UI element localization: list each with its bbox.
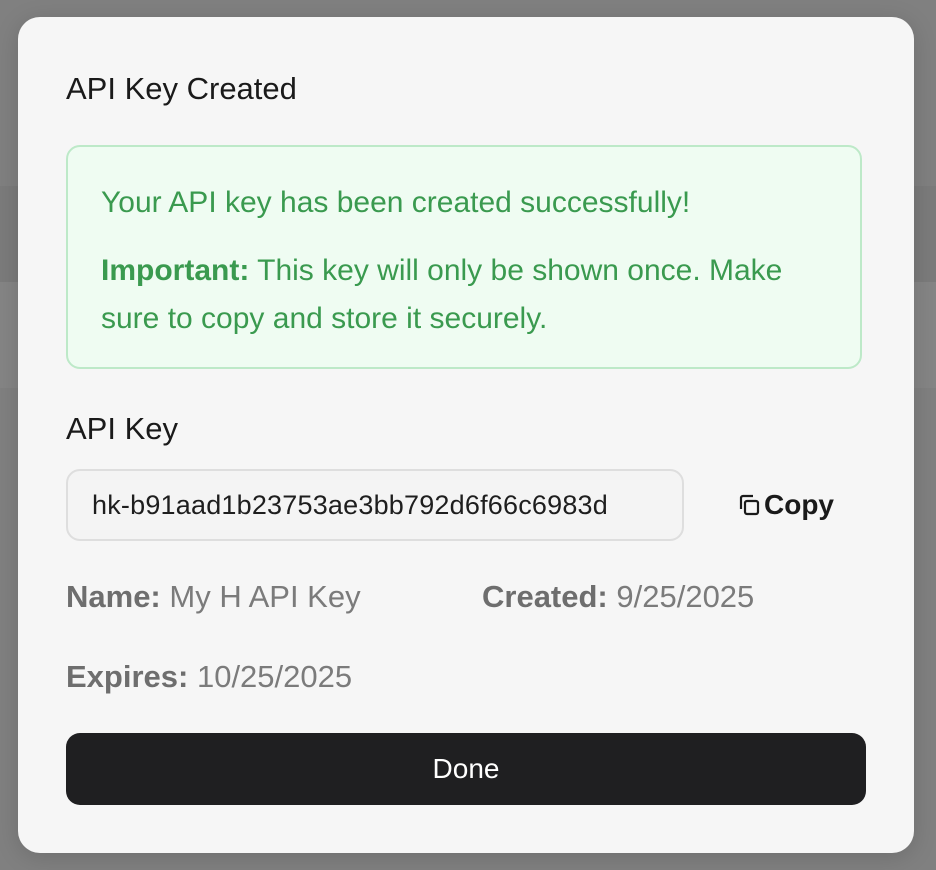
dialog-title: API Key Created <box>66 71 297 106</box>
created-value: 9/25/2025 <box>607 579 755 614</box>
expires-label: Expires: <box>66 659 189 694</box>
copy-icon <box>736 492 762 518</box>
done-button[interactable]: Done <box>66 733 866 805</box>
important-notice: Important: This key will only be shown o… <box>101 247 831 343</box>
api-key-field[interactable] <box>66 469 684 541</box>
created-label: Created: <box>482 579 608 614</box>
key-name: Name: My H API Key <box>66 579 361 615</box>
key-expires-date: Expires: 10/25/2025 <box>66 659 352 695</box>
important-label: Important: <box>101 254 250 287</box>
key-created-date: Created: 9/25/2025 <box>482 579 754 615</box>
api-key-created-dialog: API Key Created Your API key has been cr… <box>18 17 914 853</box>
name-label: Name: <box>66 579 161 614</box>
copy-label: Copy <box>764 489 834 520</box>
expires-value: 10/25/2025 <box>188 659 353 694</box>
name-value: My H API Key <box>160 579 361 614</box>
api-key-label: API Key <box>66 411 178 446</box>
copy-button[interactable]: Copy <box>726 479 844 531</box>
success-alert: Your API key has been created successful… <box>66 145 862 369</box>
success-message: Your API key has been created successful… <box>101 186 691 219</box>
